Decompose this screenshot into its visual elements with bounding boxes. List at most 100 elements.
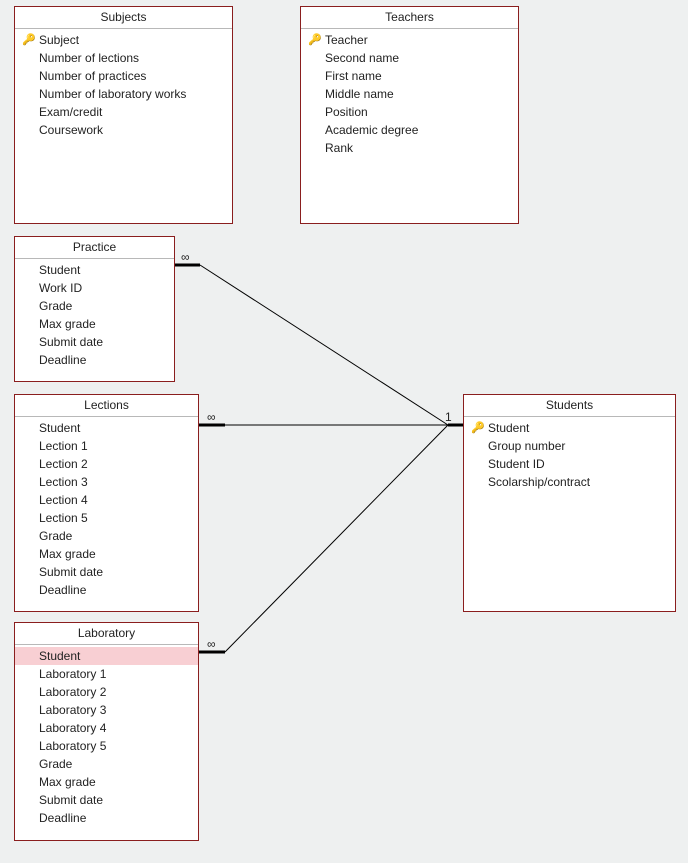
field-label: Grade	[37, 298, 168, 314]
entity-lections[interactable]: Lections Student Lection 1 Lection 2 Lectio…	[14, 394, 199, 612]
entity-laboratory[interactable]: Laboratory StudentLaboratory 1Laboratory…	[14, 622, 199, 841]
field-label: Grade	[37, 528, 192, 544]
field-row[interactable]: Max grade	[15, 773, 198, 791]
field-label: Exam/credit	[37, 104, 226, 120]
field-label: Subject	[37, 32, 226, 48]
field-label: Number of laboratory works	[37, 86, 226, 102]
field-row[interactable]: Submit date	[15, 791, 198, 809]
entity-students[interactable]: Students 🔑StudentGroup numberStudent IDS…	[463, 394, 676, 612]
field-label: Grade	[37, 756, 192, 772]
field-label: Laboratory 2	[37, 684, 192, 700]
field-row[interactable]: 🔑Student	[464, 419, 675, 437]
field-label: Deadline	[37, 352, 168, 368]
field-row[interactable]: Deadline	[15, 809, 198, 827]
field-label: Submit date	[37, 792, 192, 808]
field-row[interactable]: Coursework	[15, 121, 232, 139]
field-row[interactable]: Lection 5	[15, 509, 198, 527]
entity-fields: Student Lection 1 Lection 2 Lection 3 Lectio…	[15, 417, 198, 605]
field-label: Max grade	[37, 316, 168, 332]
primary-key-icon: 🔑	[307, 32, 323, 48]
entity-fields: 🔑SubjectNumber of lections Number of prac…	[15, 29, 232, 145]
field-row[interactable]: Scolarship/contract	[464, 473, 675, 491]
field-row[interactable]: Number of lections	[15, 49, 232, 67]
entity-practice[interactable]: Practice StudentWork IDGrade Max gradeSub…	[14, 236, 175, 382]
field-label: Laboratory 3	[37, 702, 192, 718]
field-row[interactable]: Student ID	[464, 455, 675, 473]
field-row[interactable]: Deadline	[15, 351, 174, 369]
field-label: Lection 2	[37, 456, 192, 472]
entity-title: Students	[464, 395, 675, 417]
field-row[interactable]: Student	[15, 261, 174, 279]
field-label: Lection 1	[37, 438, 192, 454]
field-label: Deadline	[37, 582, 192, 598]
field-row[interactable]: 🔑Teacher	[301, 31, 518, 49]
entity-fields: StudentWork IDGrade Max gradeSubmit dateD…	[15, 259, 174, 375]
field-row[interactable]: Position	[301, 103, 518, 121]
field-row[interactable]: Max grade	[15, 545, 198, 563]
field-row[interactable]: Laboratory 3	[15, 701, 198, 719]
entity-title: Lections	[15, 395, 198, 417]
field-label: First name	[323, 68, 512, 84]
field-row[interactable]: Second name	[301, 49, 518, 67]
field-row[interactable]: First name	[301, 67, 518, 85]
field-row[interactable]: Laboratory 1	[15, 665, 198, 683]
primary-key-icon: 🔑	[470, 420, 486, 436]
field-row[interactable]: Academic degree	[301, 121, 518, 139]
field-row[interactable]: Number of laboratory works	[15, 85, 232, 103]
cardinality-many: ∞	[207, 637, 216, 651]
entity-title: Practice	[15, 237, 174, 259]
field-row[interactable]: Lection 1	[15, 437, 198, 455]
entity-subjects[interactable]: Subjects 🔑SubjectNumber of lections Numbe…	[14, 6, 233, 224]
field-row[interactable]: Laboratory 4	[15, 719, 198, 737]
field-row[interactable]: Student	[15, 647, 198, 665]
field-label: Student ID	[486, 456, 669, 472]
field-row[interactable]: Grade	[15, 527, 198, 545]
relationship-diagram: { "entities": { "subjects": { "title": "…	[0, 0, 688, 863]
cardinality-many: ∞	[207, 410, 216, 424]
field-row[interactable]: 🔑Subject	[15, 31, 232, 49]
field-row[interactable]: Grade	[15, 297, 174, 315]
field-row[interactable]: Group number	[464, 437, 675, 455]
field-row[interactable]: Deadline	[15, 581, 198, 599]
field-label: Student	[486, 420, 669, 436]
field-label: Lection 3	[37, 474, 192, 490]
field-row[interactable]: Grade	[15, 755, 198, 773]
field-label: Deadline	[37, 810, 192, 826]
cardinality-many: ∞	[181, 250, 190, 264]
field-row[interactable]: Middle name	[301, 85, 518, 103]
field-label: Laboratory 5	[37, 738, 192, 754]
field-row[interactable]: Student	[15, 419, 198, 437]
field-label: Laboratory 1	[37, 666, 192, 682]
field-label: Number of lections	[37, 50, 226, 66]
field-row[interactable]: Max grade	[15, 315, 174, 333]
entity-teachers[interactable]: Teachers 🔑TeacherSecond nameFirst name Mi…	[300, 6, 519, 224]
field-label: Student	[37, 420, 192, 436]
field-label: Coursework	[37, 122, 226, 138]
field-row[interactable]: Submit date	[15, 563, 198, 581]
field-label: Rank	[323, 140, 512, 156]
field-label: Number of practices	[37, 68, 226, 84]
field-label: Lection 5	[37, 510, 192, 526]
field-row[interactable]: Lection 3	[15, 473, 198, 491]
entity-title: Subjects	[15, 7, 232, 29]
field-row[interactable]: Lection 2	[15, 455, 198, 473]
field-row[interactable]: Number of practices	[15, 67, 232, 85]
field-label: Student	[37, 262, 168, 278]
field-row[interactable]: Submit date	[15, 333, 174, 351]
entity-fields: StudentLaboratory 1 Laboratory 2 Laborator…	[15, 645, 198, 833]
field-row[interactable]: Laboratory 5	[15, 737, 198, 755]
entity-title: Teachers	[301, 7, 518, 29]
field-label: Laboratory 4	[37, 720, 192, 736]
entity-fields: 🔑TeacherSecond nameFirst name Middle name…	[301, 29, 518, 163]
field-label: Middle name	[323, 86, 512, 102]
field-row[interactable]: Exam/credit	[15, 103, 232, 121]
field-row[interactable]: Rank	[301, 139, 518, 157]
field-label: Lection 4	[37, 492, 192, 508]
field-row[interactable]: Laboratory 2	[15, 683, 198, 701]
field-row[interactable]: Work ID	[15, 279, 174, 297]
field-label: Scolarship/contract	[486, 474, 669, 490]
field-row[interactable]: Lection 4	[15, 491, 198, 509]
field-label: Group number	[486, 438, 669, 454]
entity-fields: 🔑StudentGroup numberStudent IDScolarship…	[464, 417, 675, 497]
field-label: Max grade	[37, 774, 192, 790]
